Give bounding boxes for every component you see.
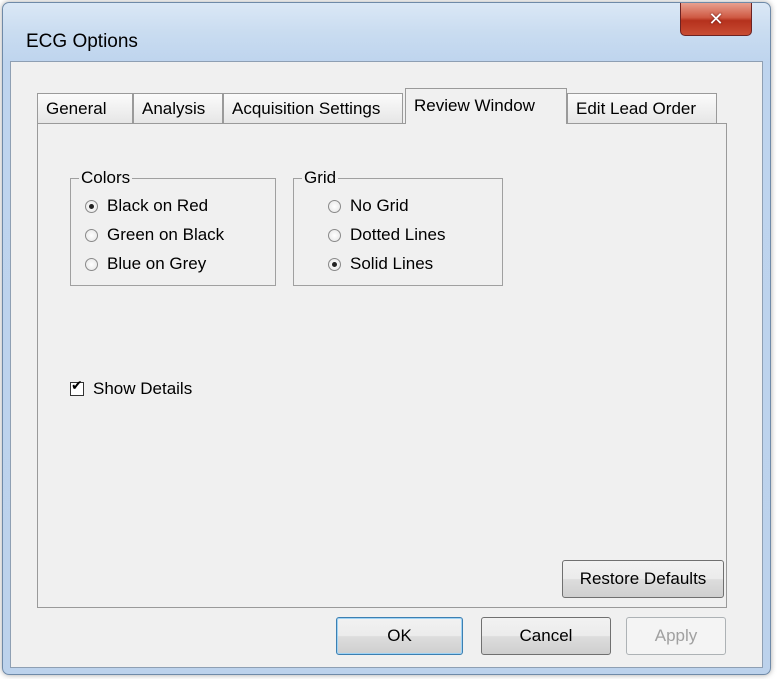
grid-group-label: Grid [302,168,339,188]
tab-general[interactable]: General [37,93,133,123]
radio-button-icon[interactable] [328,199,341,213]
dialog-body: General Analysis Acquisition Settings Re… [10,61,763,668]
radio-label: Green on Black [107,225,225,244]
colors-group-label: Colors [79,168,133,188]
show-details-checkbox[interactable]: Show Details [70,378,193,399]
tab-review-window[interactable]: Review Window [405,88,567,124]
radio-dotted-lines[interactable]: Dotted Lines [328,223,445,247]
radio-label: Blue on Grey [107,254,207,273]
radio-green-on-black[interactable]: Green on Black [85,223,224,247]
window-title: ECG Options [26,31,138,52]
tab-analysis[interactable]: Analysis [133,93,223,123]
radio-black-on-red[interactable]: Black on Red [85,194,208,218]
restore-defaults-button[interactable]: Restore Defaults [562,560,724,598]
checkbox-label: Show Details [93,379,193,398]
radio-button-icon[interactable] [85,199,98,213]
checkbox-icon[interactable] [70,378,84,396]
radio-label: Dotted Lines [350,225,446,244]
radio-label: Solid Lines [350,254,434,273]
tab-acquisition-settings[interactable]: Acquisition Settings [223,93,403,123]
ok-button[interactable]: OK [336,617,463,655]
colors-group: Colors Black on Red Green on Black Blue … [70,168,276,286]
cancel-button[interactable]: Cancel [481,617,611,655]
radio-blue-on-grey[interactable]: Blue on Grey [85,252,206,276]
radio-button-icon[interactable] [328,228,341,242]
grid-group: Grid No Grid Dotted Lines Solid Lines [293,168,503,286]
radio-button-icon[interactable] [85,228,98,242]
radio-label: No Grid [350,196,409,215]
radio-solid-lines[interactable]: Solid Lines [328,252,433,276]
review-window-panel: Colors Black on Red Green on Black Blue … [37,123,727,608]
apply-button: Apply [626,617,726,655]
radio-button-icon[interactable] [328,257,341,271]
title-bar[interactable]: ECG Options ✕ [3,3,770,61]
dialog-window: ECG Options ✕ General Analysis Acquisiti… [2,2,771,675]
radio-no-grid[interactable]: No Grid [328,194,409,218]
close-button[interactable]: ✕ [680,3,752,36]
close-icon: ✕ [708,8,724,30]
radio-button-icon[interactable] [85,257,98,271]
tab-edit-lead-order[interactable]: Edit Lead Order [567,93,717,123]
radio-label: Black on Red [107,196,209,215]
